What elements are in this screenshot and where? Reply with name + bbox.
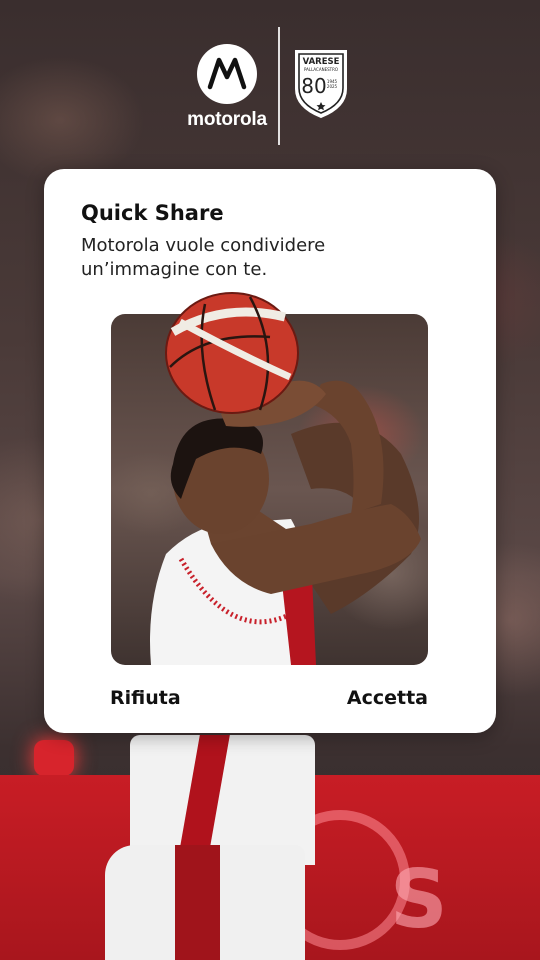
arena-light bbox=[34, 740, 74, 776]
brand-header: motorola VARESE PALLACANESTRO 80 1945 20… bbox=[0, 25, 540, 145]
player-body bbox=[100, 735, 320, 960]
basketball-icon bbox=[165, 292, 299, 414]
quick-share-dialog: Quick Share Motorola vuole condividere u… bbox=[44, 169, 496, 733]
crest-number: 80 bbox=[301, 74, 326, 98]
motorola-wordmark: motorola bbox=[187, 109, 267, 130]
dialog-title: Quick Share bbox=[81, 201, 224, 225]
reject-button[interactable]: Rifiuta bbox=[110, 687, 181, 709]
crest-year-bottom: 2025 bbox=[327, 84, 338, 89]
crest-sub: PALLACANESTRO bbox=[304, 67, 338, 72]
motorola-m-icon bbox=[207, 57, 247, 90]
dialog-message: Motorola vuole condividere un’immagine c… bbox=[81, 235, 326, 280]
motorola-logo-icon bbox=[197, 44, 257, 104]
accept-button[interactable]: Accetta bbox=[347, 687, 428, 709]
banner-letter: S bbox=[390, 853, 448, 946]
varese-crest-icon: VARESE PALLACANESTRO 80 1945 2025 bbox=[295, 50, 347, 119]
brand-divider bbox=[278, 27, 280, 145]
crest-text: VARESE bbox=[303, 57, 340, 67]
